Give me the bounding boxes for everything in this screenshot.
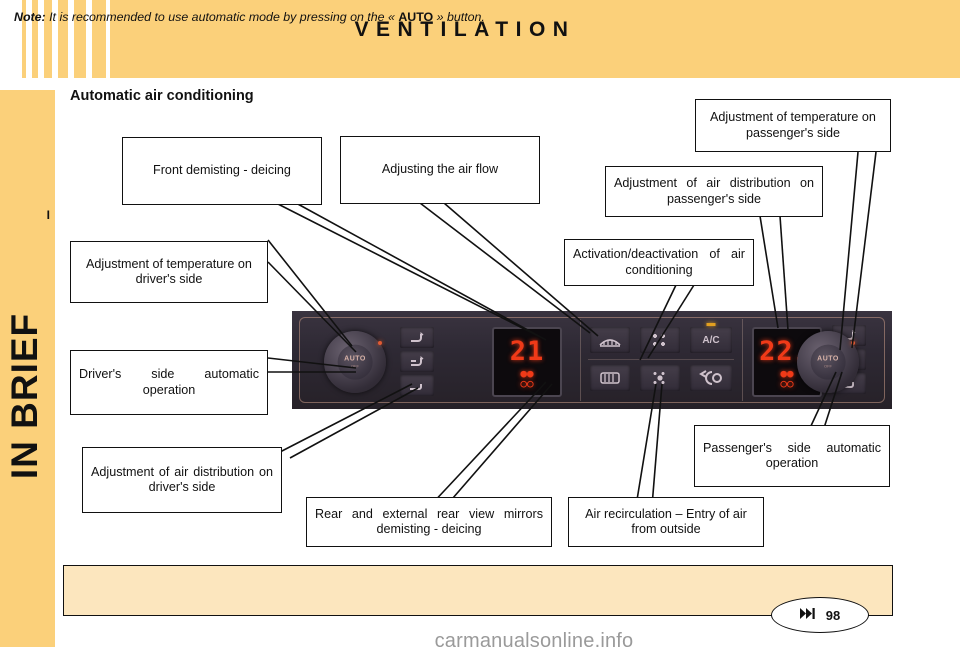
callout-text: Air recirculation – Entry of air from ou… bbox=[585, 506, 747, 536]
climate-control-panel-photo: AUTO OFF 21 ●● ○○ A/C 22 ●● ○○ AUTO OFF bbox=[292, 311, 892, 409]
knob-index-dot-right bbox=[851, 341, 855, 345]
driver-auto-button[interactable]: AUTO OFF bbox=[337, 344, 373, 380]
page-reference-number: 98 bbox=[825, 607, 841, 623]
passenger-display-glyph: ●● ○○ bbox=[780, 367, 794, 390]
callout-air-distribution-driver: Adjustment of air distribution on driver… bbox=[82, 447, 282, 513]
callout-adjusting-air-flow: Adjusting the air flow bbox=[340, 136, 540, 204]
passenger-temperature-knob[interactable]: AUTO OFF bbox=[797, 331, 859, 393]
passenger-off-label: OFF bbox=[824, 363, 832, 369]
windscreen-demist-icon[interactable] bbox=[590, 327, 630, 353]
note-text: Note: It is recommended to use automatic… bbox=[14, 10, 485, 24]
callout-text: Rear and external rear view mirrors demi… bbox=[315, 506, 543, 536]
section-heading: Automatic air conditioning bbox=[70, 88, 254, 104]
driver-airflow-face-feet-icon[interactable] bbox=[400, 351, 434, 372]
passenger-auto-button[interactable]: AUTO OFF bbox=[810, 344, 846, 380]
driver-display-glyph: ●● ○○ bbox=[520, 367, 534, 390]
air-distribution-icon[interactable] bbox=[640, 327, 680, 353]
callout-text: Front demisting - deicing bbox=[153, 163, 291, 178]
page-reference-badge[interactable]: 98 bbox=[771, 597, 869, 633]
callout-passenger-auto: Passenger's side automatic operation bbox=[694, 425, 890, 487]
site-watermark: carmanualsonline.info bbox=[0, 630, 960, 653]
callout-text: Adjustment of air distribution on passen… bbox=[614, 176, 814, 206]
callout-text: Adjustment of temperature on driver's si… bbox=[86, 256, 252, 286]
callout-driver-auto: Driver's side automatic operation bbox=[70, 350, 268, 415]
callout-text: Adjustment of air distribution on driver… bbox=[91, 464, 273, 494]
recirculation-icon[interactable] bbox=[690, 365, 732, 391]
callout-front-demisting: Front demisting - deicing bbox=[122, 137, 322, 205]
callout-text: Adjusting the air flow bbox=[381, 162, 499, 177]
callout-air-distribution-passenger: Adjustment of air distribution on passen… bbox=[605, 166, 823, 217]
driver-temperature-knob[interactable]: AUTO OFF bbox=[324, 331, 386, 393]
driver-airflow-feet-icon[interactable] bbox=[400, 375, 434, 396]
note-emphasis: AUTO bbox=[398, 10, 434, 24]
callout-text: Driver's side automatic operation bbox=[79, 367, 259, 397]
ac-button[interactable]: A/C bbox=[690, 323, 732, 353]
note-box bbox=[63, 565, 893, 616]
callout-rear-mirror-demisting: Rear and external rear view mirrors demi… bbox=[306, 497, 552, 547]
chapter-sidebar: I IN BRIEF 20 bbox=[0, 90, 55, 647]
callout-air-recirculation: Air recirculation – Entry of air from ou… bbox=[568, 497, 764, 547]
manual-page: VENTILATION I IN BRIEF 20 Automatic air … bbox=[0, 0, 960, 663]
watermark-text: carmanualsonline.info bbox=[434, 630, 634, 652]
callout-text: Adjustment of temperature on passenger's… bbox=[710, 110, 876, 140]
driver-auto-label: AUTO bbox=[344, 355, 366, 363]
driver-airflow-face-icon[interactable] bbox=[400, 327, 434, 348]
callout-temp-driver: Adjustment of temperature on driver's si… bbox=[70, 241, 268, 303]
ac-indicator-led bbox=[706, 323, 716, 326]
note-body-after: » button. bbox=[433, 10, 485, 24]
passenger-auto-label: AUTO bbox=[817, 355, 839, 363]
chapter-label: IN BRIEF bbox=[4, 312, 45, 480]
callout-text: Activation/deactivation of air condition… bbox=[573, 247, 745, 277]
panel-divider-center bbox=[588, 359, 734, 360]
skip-forward-icon bbox=[799, 606, 816, 624]
driver-temperature-display: 21 ●● ○○ bbox=[492, 327, 562, 397]
driver-off-label: OFF bbox=[351, 363, 359, 369]
chapter-mark: I bbox=[46, 208, 50, 222]
panel-divider-left bbox=[580, 319, 581, 401]
callout-ac-activation: Activation/deactivation of air condition… bbox=[564, 239, 754, 286]
callout-text: Passenger's side automatic operation bbox=[703, 440, 881, 470]
driver-temperature-value: 21 bbox=[509, 336, 545, 368]
blower-icon[interactable] bbox=[640, 365, 680, 391]
panel-divider-right bbox=[742, 319, 743, 401]
callout-temp-passenger: Adjustment of temperature on passenger's… bbox=[695, 99, 891, 152]
knob-index-dot-left bbox=[378, 341, 382, 345]
note-body-before: It is recommended to use automatic mode … bbox=[45, 10, 399, 24]
rear-demist-icon[interactable] bbox=[590, 365, 630, 391]
ac-button-label: A/C bbox=[702, 334, 720, 346]
note-label: Note: bbox=[14, 10, 46, 24]
